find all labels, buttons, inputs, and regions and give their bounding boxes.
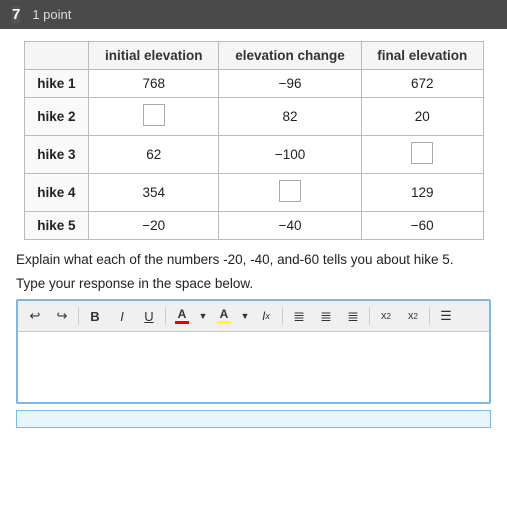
empty-cell	[411, 142, 433, 164]
question-points: 1 point	[32, 7, 71, 22]
highlight-bar	[217, 321, 231, 324]
bold-button[interactable]: B	[82, 304, 108, 328]
italic-button[interactable]: I	[109, 304, 135, 328]
font-color-dropdown[interactable]: ▼	[196, 304, 210, 328]
row-4-cell-2: −40	[219, 212, 362, 240]
data-table: initial elevation elevation change final…	[24, 41, 484, 240]
editor-body[interactable]	[18, 332, 489, 402]
row-0-cell-3: 672	[361, 70, 483, 98]
highlight-letter: A	[220, 308, 229, 320]
underline-button[interactable]: U	[136, 304, 162, 328]
highlight-dropdown[interactable]: ▼	[238, 304, 252, 328]
font-color-button[interactable]: A	[169, 304, 195, 328]
superscript-button[interactable]: x2	[373, 304, 399, 328]
row-1-label: hike 2	[24, 98, 89, 136]
col-header-initial: initial elevation	[89, 42, 219, 70]
row-3-cell-1: 354	[89, 174, 219, 212]
undo-button[interactable]: ↩	[22, 304, 48, 328]
editor-toolbar: ↩ ↪ B I U A ▼ A ▼	[18, 301, 489, 332]
separator-2	[165, 307, 166, 325]
align-left-button[interactable]: ≣	[286, 304, 312, 328]
question-header: 7 1 point	[0, 0, 507, 29]
row-3-cell-2	[219, 174, 362, 212]
empty-cell	[279, 180, 301, 202]
font-color-letter: A	[178, 308, 187, 320]
subscript-button[interactable]: x2	[400, 304, 426, 328]
text-editor: ↩ ↪ B I U A ▼ A ▼	[16, 299, 491, 404]
row-1-cell-2: 82	[219, 98, 362, 136]
align-center-button[interactable]: ≣	[313, 304, 339, 328]
col-header-change: elevation change	[219, 42, 362, 70]
font-color-bar	[175, 321, 189, 324]
separator-5	[429, 307, 430, 325]
row-0-cell-1: 768	[89, 70, 219, 98]
col-header-blank	[24, 42, 89, 70]
row-2-cell-1: 62	[89, 136, 219, 174]
content-area: initial elevation elevation change final…	[0, 29, 507, 436]
clear-format-button[interactable]: Ix	[253, 304, 279, 328]
row-1-cell-3: 20	[361, 98, 483, 136]
row-3-label: hike 4	[24, 174, 89, 212]
bottom-bar	[16, 410, 491, 428]
row-3-cell-3: 129	[361, 174, 483, 212]
list-button[interactable]: ☰	[433, 304, 459, 328]
instruction-text: Type your response in the space below.	[16, 276, 491, 291]
highlight-button[interactable]: A	[211, 304, 237, 328]
row-2-cell-3	[361, 136, 483, 174]
redo-button[interactable]: ↪	[49, 304, 75, 328]
row-2-cell-2: −100	[219, 136, 362, 174]
separator-1	[78, 307, 79, 325]
row-4-cell-3: −60	[361, 212, 483, 240]
separator-3	[282, 307, 283, 325]
align-right-button[interactable]: ≣	[340, 304, 366, 328]
row-1-cell-1	[89, 98, 219, 136]
col-header-final: final elevation	[361, 42, 483, 70]
empty-cell	[143, 104, 165, 126]
row-4-label: hike 5	[24, 212, 89, 240]
question-text: Explain what each of the numbers -20, -4…	[16, 250, 491, 270]
separator-4	[369, 307, 370, 325]
row-4-cell-1: −20	[89, 212, 219, 240]
row-0-cell-2: −96	[219, 70, 362, 98]
row-2-label: hike 3	[24, 136, 89, 174]
row-0-label: hike 1	[24, 70, 89, 98]
question-number: 7	[12, 6, 20, 23]
